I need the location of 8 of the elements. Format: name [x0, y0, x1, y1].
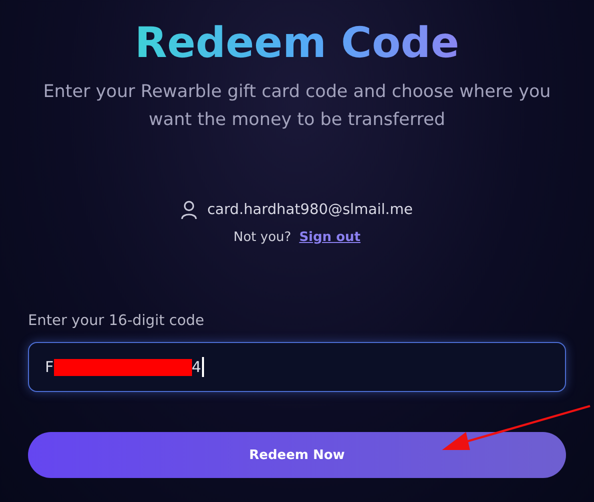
- redeem-now-button[interactable]: Redeem Now: [28, 432, 566, 478]
- code-input-field[interactable]: F 4: [28, 342, 566, 392]
- subtitle: Enter your Rewarble gift card code and choose where you want the money to be transferred: [42, 81, 552, 132]
- not-you-text: Not you?: [233, 230, 292, 245]
- account-email: card.hardhat980@slmail.me: [207, 202, 413, 218]
- user-icon: [181, 200, 198, 220]
- field-label: Enter your 16-digit code: [28, 313, 204, 329]
- sign-out-link[interactable]: Sign out: [299, 230, 360, 245]
